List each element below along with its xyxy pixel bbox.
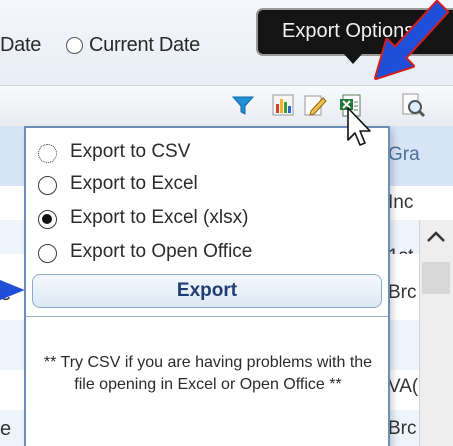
mouse-cursor-icon: [347, 107, 371, 146]
annotation-arrow-icon: [0, 279, 25, 301]
annotation-arrow-icon: [374, 0, 449, 80]
annotation-overlay: [0, 0, 449, 301]
